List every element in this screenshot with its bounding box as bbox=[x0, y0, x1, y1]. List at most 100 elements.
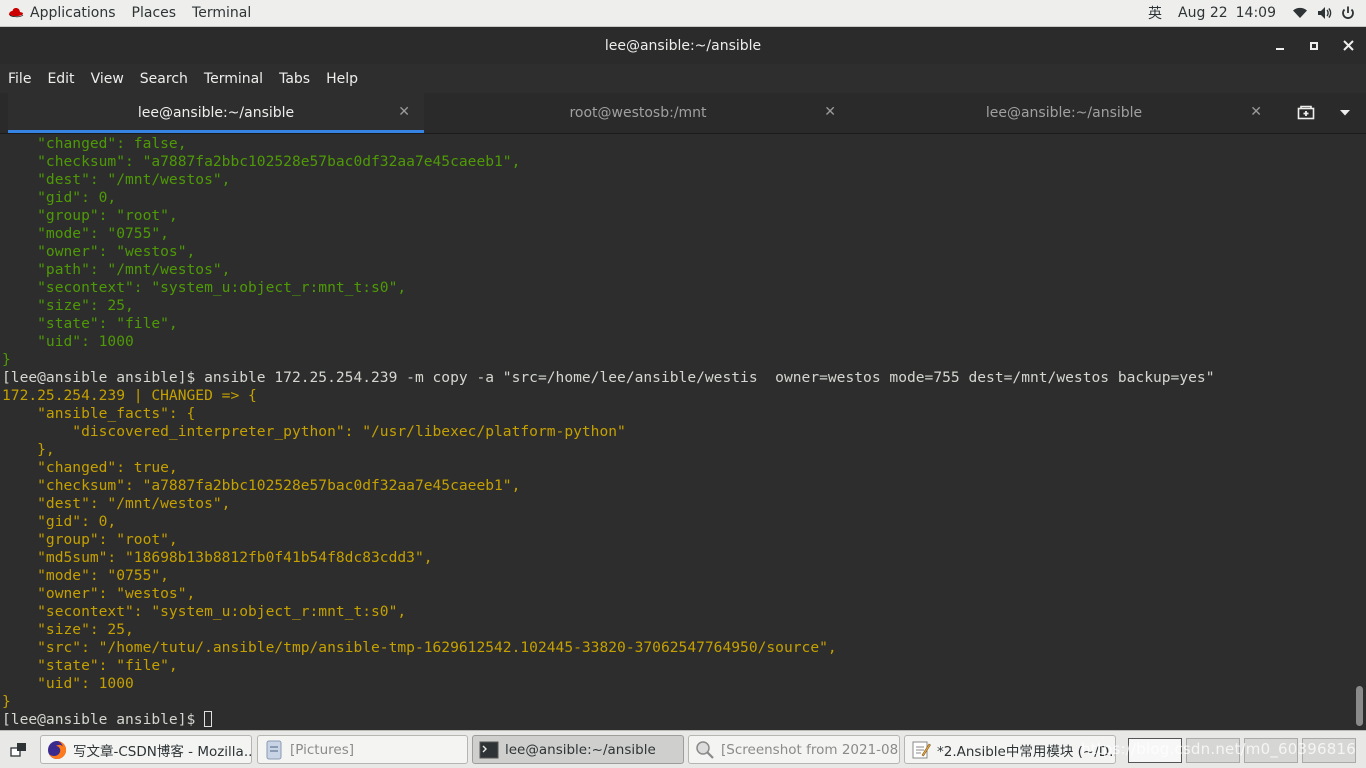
maximize-icon bbox=[1310, 41, 1318, 50]
terminal-line: "gid": 0, bbox=[2, 189, 117, 206]
window-titlebar[interactable]: lee@ansible:~/ansible bbox=[0, 27, 1366, 64]
terminal-line: "size": 25, bbox=[2, 297, 134, 314]
tab-label: root@westosb:/mnt bbox=[569, 105, 707, 121]
taskbar-item-pictures[interactable]: [Pictures] bbox=[257, 735, 468, 764]
terminal-line: "path": "/mnt/westos", bbox=[2, 261, 231, 278]
watermark: https://blog.csdn.net/m0_60396816 bbox=[1080, 740, 1356, 758]
terminal-line: "checksum": "a7887fa2bbc102528e57bac0df3… bbox=[2, 477, 521, 494]
minimize-button[interactable] bbox=[1263, 27, 1297, 64]
tab-close-icon[interactable]: ✕ bbox=[824, 104, 836, 120]
terminal-line: }, bbox=[2, 441, 55, 458]
folder-icon bbox=[264, 740, 284, 760]
terminal-line: "size": 25, bbox=[2, 621, 134, 638]
terminal-icon bbox=[479, 740, 499, 760]
terminal-output[interactable]: "changed": false, "checksum": "a7887fa2b… bbox=[0, 134, 1366, 730]
terminal-line: "group": "root", bbox=[2, 207, 178, 224]
firefox-icon bbox=[47, 740, 67, 760]
clock[interactable]: Aug 22 14:09 bbox=[1170, 0, 1284, 27]
terminal-line: } bbox=[2, 693, 11, 710]
terminal-line: "src": "/home/tutu/.ansible/tmp/ansible-… bbox=[2, 639, 837, 656]
terminal-line: "state": "file", bbox=[2, 315, 178, 332]
task-label: lee@ansible:~/ansible bbox=[505, 741, 656, 758]
terminal-cursor bbox=[204, 711, 213, 727]
terminal-line: "mode": "0755", bbox=[2, 225, 169, 242]
tab-root-westosb[interactable]: root@westosb:/mnt ✕ bbox=[426, 93, 850, 133]
task-label: [Screenshot from 2021-08... bbox=[721, 741, 900, 758]
places-label: Places bbox=[131, 5, 177, 21]
applications-label: Applications bbox=[30, 5, 116, 21]
input-method-label: 英 bbox=[1148, 6, 1163, 22]
tab-label: lee@ansible:~/ansible bbox=[985, 105, 1143, 121]
minimize-icon bbox=[1276, 47, 1284, 50]
terminal-line: "gid": 0, bbox=[2, 513, 117, 530]
terminal-line: "dest": "/mnt/westos", bbox=[2, 495, 231, 512]
terminal-line: "changed": true, bbox=[2, 459, 178, 476]
show-desktop-icon bbox=[10, 743, 26, 757]
tab-close-icon[interactable]: ✕ bbox=[398, 104, 410, 120]
terminal-line: "ansible_facts": { bbox=[2, 405, 196, 422]
terminal-prompt-line: [lee@ansible ansible]$ bbox=[2, 711, 1215, 729]
places-menu[interactable]: Places bbox=[124, 0, 185, 27]
terminal-line: 172.25.254.239 | CHANGED => { bbox=[2, 387, 257, 404]
task-label: [Pictures] bbox=[290, 741, 354, 758]
task-label: 写文章-CSDN博客 - Mozilla... bbox=[73, 743, 252, 760]
terminal-line: "secontext": "system_u:object_r:mnt_t:s0… bbox=[2, 279, 407, 296]
terminal-line: "uid": 1000 bbox=[2, 333, 134, 350]
maximize-button[interactable] bbox=[1297, 27, 1331, 64]
tab-close-icon[interactable]: ✕ bbox=[1250, 104, 1262, 120]
clock-date: Aug 22 bbox=[1178, 5, 1228, 21]
terminal-lines: "changed": false, "checksum": "a7887fa2b… bbox=[2, 135, 1215, 729]
terminal-line: "secontext": "system_u:object_r:mnt_t:s0… bbox=[2, 603, 407, 620]
close-icon bbox=[1342, 40, 1354, 51]
top-bar: Applications Places Terminal 英 Aug 22 14… bbox=[0, 0, 1366, 27]
terminal-line: "discovered_interpreter_python": "/usr/l… bbox=[2, 423, 626, 440]
window-title: lee@ansible:~/ansible bbox=[604, 37, 762, 54]
terminal-scrollbar[interactable] bbox=[1356, 686, 1363, 726]
volume-icon bbox=[1318, 7, 1332, 19]
terminal-app-label: Terminal bbox=[192, 5, 252, 21]
terminal-line: "owner": "westos", bbox=[2, 585, 196, 602]
taskbar-item-screenshot-viewer[interactable]: [Screenshot from 2021-08... bbox=[688, 735, 900, 764]
terminal-line: } bbox=[2, 351, 11, 368]
new-tab-button[interactable] bbox=[1293, 101, 1319, 125]
menu-tabs[interactable]: Tabs bbox=[271, 71, 318, 87]
tab-bar: lee@ansible:~/ansible ✕ root@westosb:/mn… bbox=[0, 93, 1366, 134]
bottom-taskbar: 写文章-CSDN博客 - Mozilla... [Pictures] lee@a… bbox=[0, 730, 1366, 768]
terminal-prompt: [lee@ansible ansible]$ bbox=[2, 711, 205, 728]
terminal-line: "dest": "/mnt/westos", bbox=[2, 171, 231, 188]
terminal-line: "changed": false, bbox=[2, 135, 187, 152]
tab-lee-ansible-2[interactable]: lee@ansible:~/ansible ✕ bbox=[852, 93, 1276, 133]
applications-menu[interactable]: Applications bbox=[0, 0, 124, 27]
terminal-line: "uid": 1000 bbox=[2, 675, 134, 692]
terminal-line: "group": "root", bbox=[2, 531, 178, 548]
show-desktop-button[interactable] bbox=[6, 738, 32, 762]
menu-search[interactable]: Search bbox=[132, 71, 196, 87]
tab-lee-ansible-1[interactable]: lee@ansible:~/ansible ✕ bbox=[8, 93, 424, 133]
input-method-indicator[interactable]: 英 bbox=[1140, 0, 1170, 27]
menu-view[interactable]: View bbox=[83, 71, 132, 87]
terminal-line: "owner": "westos", bbox=[2, 243, 196, 260]
chevron-down-icon bbox=[1340, 110, 1350, 116]
tab-list-dropdown[interactable] bbox=[1332, 101, 1358, 125]
text-editor-icon bbox=[911, 740, 931, 760]
system-menu[interactable] bbox=[1284, 5, 1366, 21]
menu-help[interactable]: Help bbox=[318, 71, 366, 87]
clock-time: 14:09 bbox=[1235, 5, 1276, 21]
terminal-app-menu[interactable]: Terminal bbox=[184, 0, 259, 27]
taskbar-item-terminal[interactable]: lee@ansible:~/ansible bbox=[472, 735, 684, 764]
menu-file[interactable]: File bbox=[0, 71, 39, 87]
terminal-line: [lee@ansible ansible]$ ansible 172.25.25… bbox=[2, 369, 1215, 386]
wifi-icon bbox=[1293, 7, 1307, 18]
image-viewer-icon bbox=[695, 740, 715, 760]
terminal-line: "state": "file", bbox=[2, 657, 178, 674]
menu-edit[interactable]: Edit bbox=[39, 71, 82, 87]
redhat-icon bbox=[9, 8, 24, 18]
close-window-button[interactable] bbox=[1331, 27, 1365, 64]
terminal-line: "md5sum": "18698b13b8812fb0f41b54f8dc83c… bbox=[2, 549, 433, 566]
tab-label: lee@ansible:~/ansible bbox=[137, 105, 295, 121]
terminal-line: "checksum": "a7887fa2bbc102528e57bac0df3… bbox=[2, 153, 521, 170]
menubar: File Edit View Search Terminal Tabs Help bbox=[0, 64, 1366, 93]
power-icon bbox=[1342, 6, 1354, 19]
taskbar-item-firefox[interactable]: 写文章-CSDN博客 - Mozilla... bbox=[40, 735, 252, 764]
menu-terminal[interactable]: Terminal bbox=[196, 71, 271, 87]
